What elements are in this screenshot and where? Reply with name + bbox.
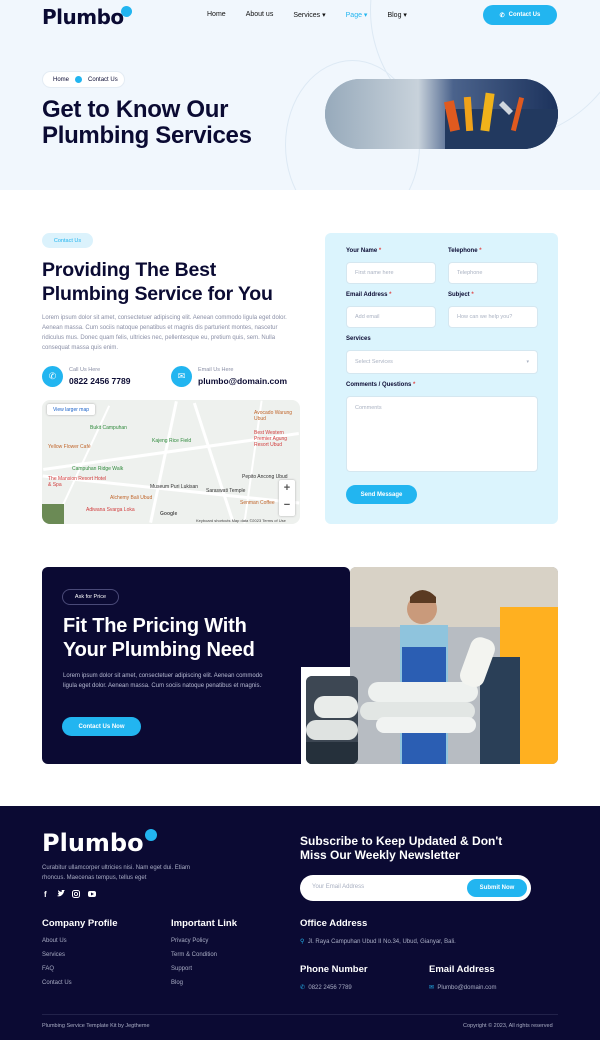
- page-title: Get to Know Our Plumbing Services: [42, 96, 252, 149]
- nav-about[interactable]: About us: [246, 11, 274, 19]
- email-address-title: Email Address: [429, 964, 495, 975]
- email-label: Email Us Here: [198, 367, 234, 373]
- newsletter-form: Your Email Address Submit Now: [300, 875, 531, 901]
- send-message-button[interactable]: Send Message: [346, 485, 417, 504]
- twitter-icon[interactable]: [57, 890, 65, 898]
- logo-drop-icon: [144, 829, 157, 841]
- company-profile-title: Company Profile: [42, 918, 118, 929]
- breadcrumb-separator-icon: [75, 76, 83, 83]
- map-label: Senman Coffee: [240, 500, 275, 506]
- ask-for-price-tag: Ask for Price: [62, 589, 119, 605]
- name-label: Your Name *: [346, 248, 382, 254]
- footer-link-blog[interactable]: Blog: [171, 980, 183, 986]
- mail-icon: ✉: [429, 985, 435, 991]
- map-label: Museum Puri Lukisan: [150, 484, 199, 490]
- contact-paragraph: Lorem ipsum dolor sit amet, consectetuer…: [42, 315, 287, 351]
- breadcrumb: Home Contact Us: [42, 71, 125, 88]
- phone-number-title: Phone Number: [300, 964, 368, 975]
- comments-label: Comments / Questions *: [346, 382, 416, 388]
- subject-input[interactable]: How can we help you?: [448, 306, 538, 328]
- newsletter-email-input[interactable]: Your Email Address: [312, 884, 364, 890]
- footer-link-privacy[interactable]: Privacy Policy: [171, 938, 208, 944]
- youtube-icon[interactable]: [88, 890, 96, 898]
- breadcrumb-current: Contact Us: [88, 76, 118, 83]
- hero-tools-image: [325, 79, 558, 149]
- facebook-icon[interactable]: f: [42, 890, 50, 898]
- nav-home[interactable]: Home: [207, 11, 226, 19]
- important-link-title: Important Link: [171, 918, 237, 929]
- email-label: Email Address *: [346, 292, 392, 298]
- map-label: Bukit Campuhan: [90, 425, 127, 431]
- map-label: The Mansion Resort Hotel & Spa: [48, 476, 107, 488]
- breadcrumb-home[interactable]: Home: [53, 77, 69, 83]
- submit-now-button[interactable]: Submit Now: [467, 879, 527, 897]
- contact-form: Your Name * First name here Telephone * …: [325, 233, 558, 524]
- pricing-paragraph: Lorem ipsum dolor sit amet, consectetuer…: [63, 673, 263, 689]
- comments-textarea[interactable]: Comments: [346, 396, 538, 472]
- call-value[interactable]: 0822 2456 7789: [69, 376, 130, 386]
- map-label: Saraswati Temple: [206, 488, 246, 494]
- footer-link-support[interactable]: Support: [171, 966, 192, 972]
- map-label: Alchemy Bali Ubud: [110, 495, 153, 501]
- nav-services[interactable]: Services ▾: [293, 11, 325, 19]
- map-zoom-controls[interactable]: + −: [279, 480, 295, 516]
- newsletter-title: Subscribe to Keep Updated & Don't Miss O…: [300, 834, 503, 862]
- map-label: Yellow Flower Café: [48, 444, 91, 450]
- email-info: ✉ Email Us Here plumbo@domain.com: [171, 366, 287, 387]
- footer: Plumbo Curabitur ullamcorper ultricies n…: [0, 806, 600, 1040]
- map-label: Campuhan Ridge Walk: [72, 466, 124, 472]
- instagram-icon[interactable]: [72, 890, 80, 898]
- plumber-photo: [350, 567, 558, 764]
- map-label: Avocado Warung Ubud: [254, 410, 293, 422]
- svg-text:f: f: [44, 890, 47, 898]
- footer-credit: Plumbing Service Template Kit by Jegthem…: [42, 1023, 150, 1029]
- nav-blog[interactable]: Blog ▾: [387, 11, 406, 19]
- contact-section-title: Providing The Best Plumbing Service for …: [42, 259, 273, 305]
- email-value[interactable]: plumbo@domain.com: [198, 376, 287, 386]
- phone-label: Telephone *: [448, 248, 482, 254]
- footer-copyright: Copyright © 2023, All rights reserved: [463, 1023, 553, 1029]
- chevron-down-icon: ▾: [526, 359, 529, 365]
- plumber-photo-notch: [306, 676, 358, 764]
- footer-about: Curabitur ullamcorper ultricies nisi. Na…: [42, 865, 191, 881]
- contact-tag: Contact Us: [42, 233, 93, 248]
- mail-icon: ✉: [171, 366, 192, 387]
- location-map[interactable]: View larger map Bukit Campuhan Kajeng Ri…: [42, 400, 300, 524]
- phone-icon: ✆: [499, 12, 505, 19]
- nav-page[interactable]: Page ▾: [346, 11, 368, 19]
- map-pin-icon: ⚲: [300, 939, 305, 945]
- footer-link-services[interactable]: Services: [42, 952, 65, 958]
- footer-logo[interactable]: Plumbo: [42, 829, 157, 857]
- footer-link-about[interactable]: About Us: [42, 938, 67, 944]
- map-label: Kajeng Rice Field: [152, 438, 192, 444]
- services-label: Services: [346, 336, 371, 342]
- footer-link-faq[interactable]: FAQ: [42, 966, 54, 972]
- phone-icon: ✆: [42, 366, 63, 387]
- footer-link-contact[interactable]: Contact Us: [42, 980, 72, 986]
- phone-input[interactable]: Telephone: [448, 262, 538, 284]
- view-larger-map-link[interactable]: View larger map: [47, 404, 95, 415]
- call-label: Call Us Here: [69, 367, 101, 373]
- footer-link-terms[interactable]: Term & Condition: [171, 952, 217, 958]
- footer-email[interactable]: ✉ Plumbo@domain.com: [429, 984, 497, 991]
- map-label: Adiwana Svarga Loka: [86, 507, 135, 513]
- footer-phone[interactable]: ✆ 0822 2456 7789: [300, 984, 352, 991]
- map-footer: Keyboard shortcuts Map data ©2023 Terms …: [196, 518, 286, 523]
- footer-divider: [42, 1014, 558, 1015]
- main-nav: Home About us Services ▾ Page ▾ Blog ▾: [207, 11, 427, 19]
- contact-us-button[interactable]: ✆ Contact Us: [483, 5, 557, 25]
- name-input[interactable]: First name here: [346, 262, 436, 284]
- subject-label: Subject *: [448, 292, 474, 298]
- map-label: Best Western Premier Agung Resort Ubud: [254, 430, 288, 448]
- pricing-title: Fit The Pricing With Your Plumbing Need: [63, 615, 255, 661]
- office-address-title: Office Address: [300, 918, 368, 929]
- office-address: ⚲ Jl. Raya Campuhan Ubud II No.34, Ubud,…: [300, 939, 456, 945]
- call-info: ✆ Call Us Here 0822 2456 7789: [42, 366, 130, 387]
- services-select[interactable]: Select Services ▾: [346, 350, 538, 374]
- phone-icon: ✆: [300, 985, 306, 991]
- google-logo: Google: [160, 511, 178, 517]
- logo[interactable]: Plumbo: [42, 4, 134, 29]
- contact-us-now-button[interactable]: Contact Us Now: [62, 717, 141, 736]
- email-input[interactable]: Add email: [346, 306, 436, 328]
